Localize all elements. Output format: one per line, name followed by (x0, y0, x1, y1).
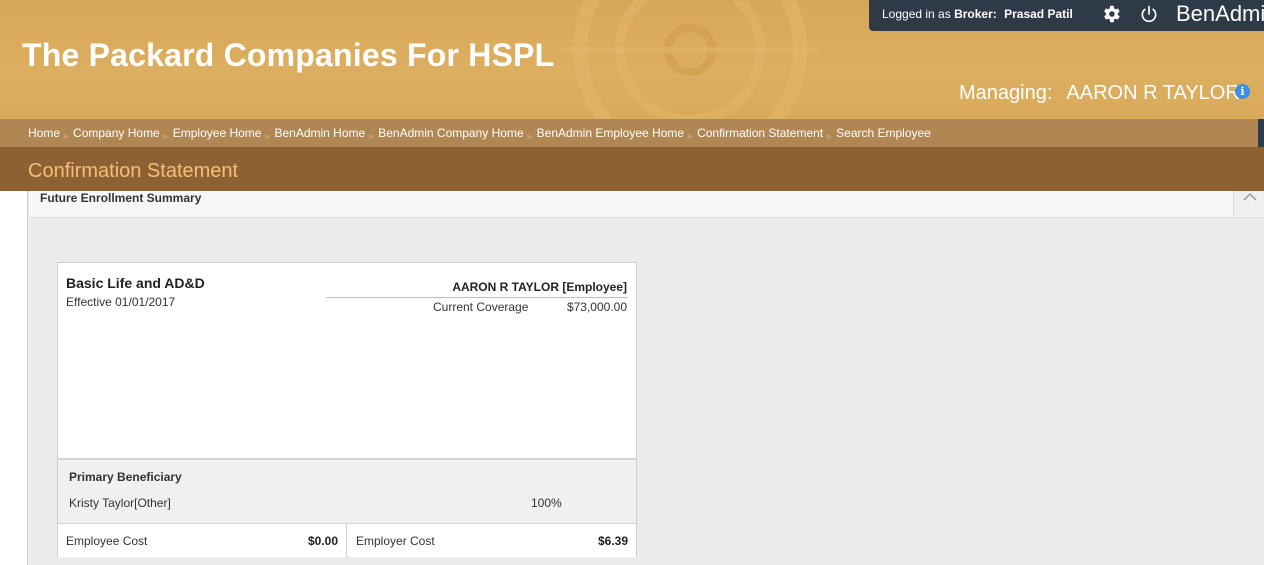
plan-name: Basic Life and AD&D (66, 275, 205, 291)
collapse-button[interactable] (1233, 191, 1264, 216)
breadcrumb-separator: » (63, 131, 69, 141)
plan-card: Basic Life and AD&D Effective 01/01/2017… (57, 262, 637, 557)
info-icon[interactable]: i (1235, 84, 1250, 99)
breadcrumb-link[interactable]: BenAdmin Home (274, 126, 365, 140)
chevron-up-icon (1243, 192, 1257, 201)
employee-cost-value: $0.00 (307, 534, 338, 548)
coverage-value: $73,000.00 (566, 300, 627, 314)
company-title: The Packard Companies For HSPL (22, 37, 555, 73)
covered-member-name: AARON R TAYLOR [Employee] (452, 280, 627, 294)
beneficiary-section: Primary Beneficiary Kristy Taylor[Other]… (58, 458, 636, 523)
managing-info: Managing: AARON R TAYLOR (959, 82, 1240, 105)
page-title: Confirmation Statement (28, 160, 239, 182)
section-title-bar: Confirmation Statement (0, 147, 1264, 191)
managing-label: Managing: (959, 82, 1053, 104)
breadcrumb-link[interactable]: Confirmation Statement (697, 126, 823, 140)
gear-icon[interactable] (1100, 3, 1122, 25)
divider (326, 297, 628, 298)
breadcrumb-separator: » (826, 131, 832, 141)
breadcrumb-separator: » (264, 131, 270, 141)
login-prefix: Logged in as (882, 7, 951, 21)
left-gutter (0, 191, 28, 565)
beneficiary-name: Kristy Taylor[Other] (69, 496, 171, 510)
plan-effective-date: Effective 01/01/2017 (66, 295, 176, 309)
breadcrumb-link[interactable]: BenAdmin Company Home (378, 126, 523, 140)
breadcrumb-separator: » (368, 131, 374, 141)
login-user: Prasad Patil (1004, 7, 1073, 21)
cost-row: Employee Cost $0.00 Employer Cost $6.39 (58, 523, 636, 557)
login-role: Broker: (954, 7, 997, 21)
employer-cost-cell: Employer Cost $6.39 (348, 524, 636, 557)
breadcrumb-separator: » (526, 131, 532, 141)
breadcrumb-link[interactable]: Employee Home (173, 126, 262, 140)
employer-cost-label: Employer Cost (356, 534, 435, 548)
login-info: Logged in as Broker: Prasad Patil (882, 7, 1073, 21)
employee-cost-label: Employee Cost (66, 534, 148, 548)
beneficiary-percent: 100% (531, 496, 562, 510)
header-decoration (560, 0, 820, 119)
employer-cost-value: $6.39 (597, 534, 628, 548)
breadcrumb-link[interactable]: Company Home (73, 126, 160, 140)
top-user-bar: Logged in as Broker: Prasad Patil BenAdm… (869, 0, 1264, 31)
app-header: The Packard Companies For HSPL Logged in… (0, 0, 1264, 119)
brand-logo-text: BenAdmi (1176, 1, 1264, 26)
panel-title: Future Enrollment Summary (40, 191, 202, 205)
employee-cost-cell: Employee Cost $0.00 (58, 524, 347, 557)
breadcrumb-link[interactable]: Home (28, 126, 60, 140)
breadcrumb-edge (1258, 119, 1264, 147)
breadcrumb: Home» Company Home» Employee Home» BenAdmin… (0, 119, 1258, 147)
managing-name: AARON R TAYLOR (1066, 82, 1240, 104)
coverage-label: Current Coverage (433, 300, 529, 314)
breadcrumb-separator: » (162, 131, 168, 141)
breadcrumb-link[interactable]: BenAdmin Employee Home (537, 126, 684, 140)
breadcrumb-link[interactable]: Search Employee (836, 126, 931, 140)
panel-header[interactable]: Future Enrollment Summary (29, 191, 1264, 218)
power-icon[interactable] (1139, 4, 1159, 24)
beneficiary-title: Primary Beneficiary (69, 470, 182, 484)
breadcrumb-separator: » (687, 131, 693, 141)
